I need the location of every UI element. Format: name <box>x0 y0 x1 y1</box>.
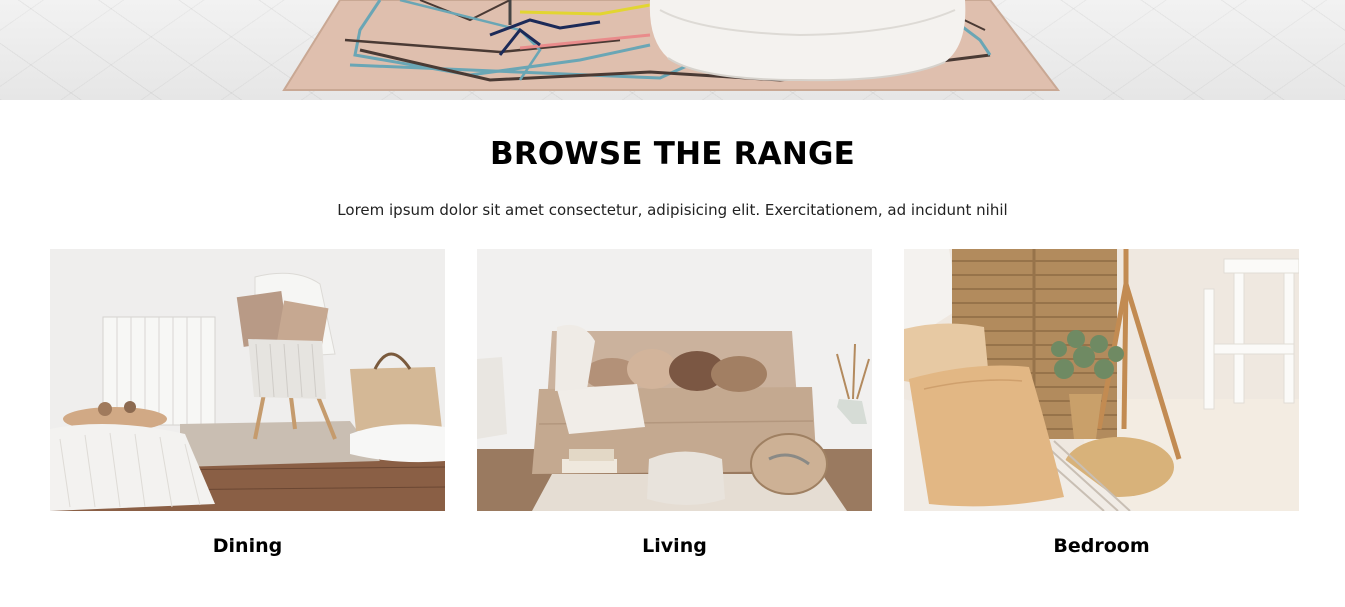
section-title: BROWSE THE RANGE <box>489 136 856 172</box>
category-card-living[interactable]: Living <box>477 249 872 557</box>
category-label-bedroom[interactable]: Bedroom <box>904 511 1299 557</box>
living-image[interactable] <box>477 249 872 511</box>
category-label-living[interactable]: Living <box>477 511 872 557</box>
category-card-bedroom[interactable]: Bedroom <box>904 249 1299 557</box>
section-subtitle: Lorem ipsum dolor sit amet consectetur, … <box>337 201 1008 219</box>
category-card-dining[interactable]: Dining <box>50 249 445 557</box>
bedroom-image[interactable] <box>904 249 1299 511</box>
hero-image <box>0 0 1345 100</box>
category-label-dining[interactable]: Dining <box>50 511 445 557</box>
dining-image[interactable] <box>50 249 445 511</box>
